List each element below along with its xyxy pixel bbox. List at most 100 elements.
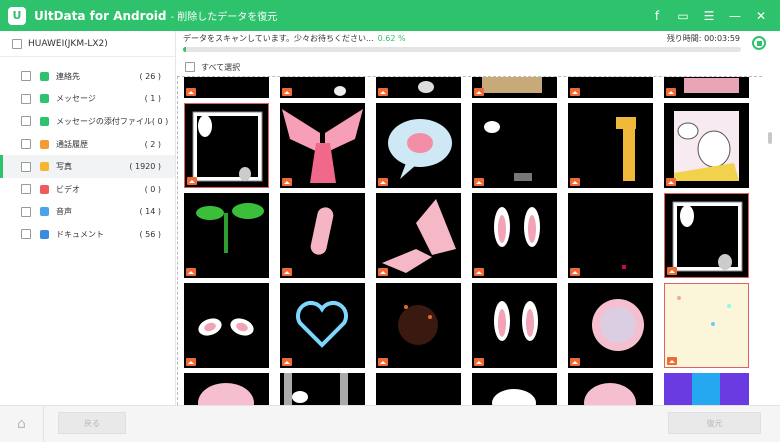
sidebar-category[interactable]: 音声 ( 14 ) xyxy=(0,201,175,224)
select-all-label: すべて選択 xyxy=(201,62,241,72)
photo-thumbnail[interactable] xyxy=(184,193,269,278)
image-type-icon xyxy=(474,178,484,186)
home-button[interactable]: ⌂ xyxy=(0,406,44,442)
contacts-icon xyxy=(40,71,49,81)
category-count: ( 1 ) xyxy=(144,94,161,104)
category-label: 通話履歴 xyxy=(56,139,88,149)
category-count: ( 56 ) xyxy=(139,229,161,239)
image-type-icon xyxy=(378,268,388,276)
minimize-icon[interactable]: — xyxy=(722,0,748,31)
photo-thumbnail[interactable] xyxy=(664,103,749,188)
photo-thumbnail[interactable] xyxy=(280,193,365,278)
category-count: ( 2 ) xyxy=(144,139,161,149)
category-checkbox[interactable] xyxy=(21,116,31,127)
image-type-icon xyxy=(666,88,676,96)
photo-thumbnail[interactable] xyxy=(568,283,653,368)
image-type-icon xyxy=(186,88,196,96)
photo-thumbnail[interactable] xyxy=(472,77,557,98)
photo-thumbnail[interactable] xyxy=(280,103,365,188)
app-title: UltData for Android xyxy=(34,8,167,23)
sidebar-category[interactable]: 写真 ( 1920 ) xyxy=(0,155,175,178)
photo-thumbnail[interactable] xyxy=(376,283,461,368)
category-label: メッセージの添付ファイル xyxy=(56,116,152,126)
category-count: ( 0 ) xyxy=(144,184,161,194)
photo-thumbnail[interactable] xyxy=(664,77,749,98)
category-checkbox[interactable] xyxy=(21,93,31,104)
photo-thumbnail[interactable] xyxy=(664,283,749,368)
feedback-icon[interactable]: ▭ xyxy=(670,0,696,31)
category-label: 音声 xyxy=(56,207,72,217)
facebook-icon[interactable]: f xyxy=(644,0,670,31)
sidebar-category[interactable]: メッセージ ( 1 ) xyxy=(0,88,175,111)
category-checkbox[interactable] xyxy=(21,71,31,82)
photo-thumbnail[interactable] xyxy=(568,77,653,98)
photo-thumbnail[interactable] xyxy=(184,103,269,188)
photo-thumbnail[interactable] xyxy=(280,283,365,368)
photo-thumbnail[interactable] xyxy=(376,77,461,98)
device-checkbox[interactable] xyxy=(12,38,22,49)
remaining-time: 00:03:59 xyxy=(704,34,740,43)
photo-thumbnail[interactable] xyxy=(184,283,269,368)
select-all-row[interactable]: すべて選択 xyxy=(177,59,780,75)
image-type-icon xyxy=(474,358,484,366)
footer: ⌂ 戻る 復元 xyxy=(0,405,780,442)
image-type-icon xyxy=(282,358,292,366)
photo-thumbnail[interactable] xyxy=(472,103,557,188)
photo-thumbnail[interactable] xyxy=(664,373,749,405)
photo-grid xyxy=(184,77,749,405)
image-type-icon xyxy=(378,88,388,96)
sidebar-category[interactable]: ドキュメント ( 56 ) xyxy=(0,223,175,246)
scrollbar-thumb[interactable] xyxy=(768,132,772,144)
scrollbar[interactable] xyxy=(763,76,780,405)
photo-thumbnail[interactable] xyxy=(280,77,365,98)
image-type-icon xyxy=(282,268,292,276)
device-row[interactable]: HUAWEI(JKM-LX2) xyxy=(0,31,175,57)
category-count: ( 26 ) xyxy=(139,71,161,81)
scan-percent: 0.62 % xyxy=(377,34,406,43)
video-icon xyxy=(40,184,49,194)
progress-fill xyxy=(183,47,187,52)
category-checkbox[interactable] xyxy=(21,229,31,240)
attachment-icon xyxy=(40,116,49,126)
image-type-icon xyxy=(570,358,580,366)
image-type-icon xyxy=(570,268,580,276)
photo-thumbnail[interactable] xyxy=(376,193,461,278)
photo-thumbnail[interactable] xyxy=(280,373,365,405)
call-log-icon xyxy=(40,139,49,149)
photo-thumbnail[interactable] xyxy=(472,373,557,405)
select-all-checkbox[interactable] xyxy=(185,62,195,72)
photo-thumbnail[interactable] xyxy=(472,193,557,278)
photo-thumbnail[interactable] xyxy=(568,103,653,188)
audio-icon xyxy=(40,207,49,217)
photo-thumbnail[interactable] xyxy=(184,373,269,405)
image-type-icon xyxy=(667,357,677,365)
back-button[interactable]: 戻る xyxy=(58,412,126,434)
recover-button[interactable]: 復元 xyxy=(668,412,761,434)
photo-thumbnail[interactable] xyxy=(568,373,653,405)
home-icon: ⌂ xyxy=(17,416,26,432)
photo-thumbnail[interactable] xyxy=(376,373,461,405)
menu-icon[interactable]: ☰ xyxy=(696,0,722,31)
category-checkbox[interactable] xyxy=(21,161,31,172)
sidebar-category[interactable]: メッセージの添付ファイル( 0 ) xyxy=(0,110,175,133)
sidebar-category[interactable]: 通話履歴 ( 2 ) xyxy=(0,133,175,156)
image-type-icon xyxy=(378,178,388,186)
photo-thumbnail[interactable] xyxy=(184,77,269,98)
stop-scan-button[interactable] xyxy=(752,36,766,50)
category-checkbox[interactable] xyxy=(21,184,31,195)
photo-thumbnail[interactable] xyxy=(472,283,557,368)
category-checkbox[interactable] xyxy=(21,206,31,217)
close-icon[interactable]: ✕ xyxy=(748,0,774,31)
photo-thumbnail[interactable] xyxy=(376,103,461,188)
image-type-icon xyxy=(474,268,484,276)
category-count: ( 1920 ) xyxy=(129,162,161,172)
photo-thumbnail[interactable] xyxy=(664,193,749,278)
scan-progress: データをスキャンしています。少々お待ちください... 0.62 % 残り時間: 0… xyxy=(177,31,780,59)
sidebar-category[interactable]: ビデオ ( 0 ) xyxy=(0,178,175,201)
photo-thumbnail[interactable] xyxy=(568,193,653,278)
sidebar-category[interactable]: 連絡先 ( 26 ) xyxy=(0,65,175,88)
category-checkbox[interactable] xyxy=(21,139,31,150)
sidebar: HUAWEI(JKM-LX2) 連絡先( 26 ) メッセージ( 1 ) メッセージ… xyxy=(0,31,176,405)
image-type-icon xyxy=(378,358,388,366)
category-label: ドキュメント xyxy=(56,229,104,239)
